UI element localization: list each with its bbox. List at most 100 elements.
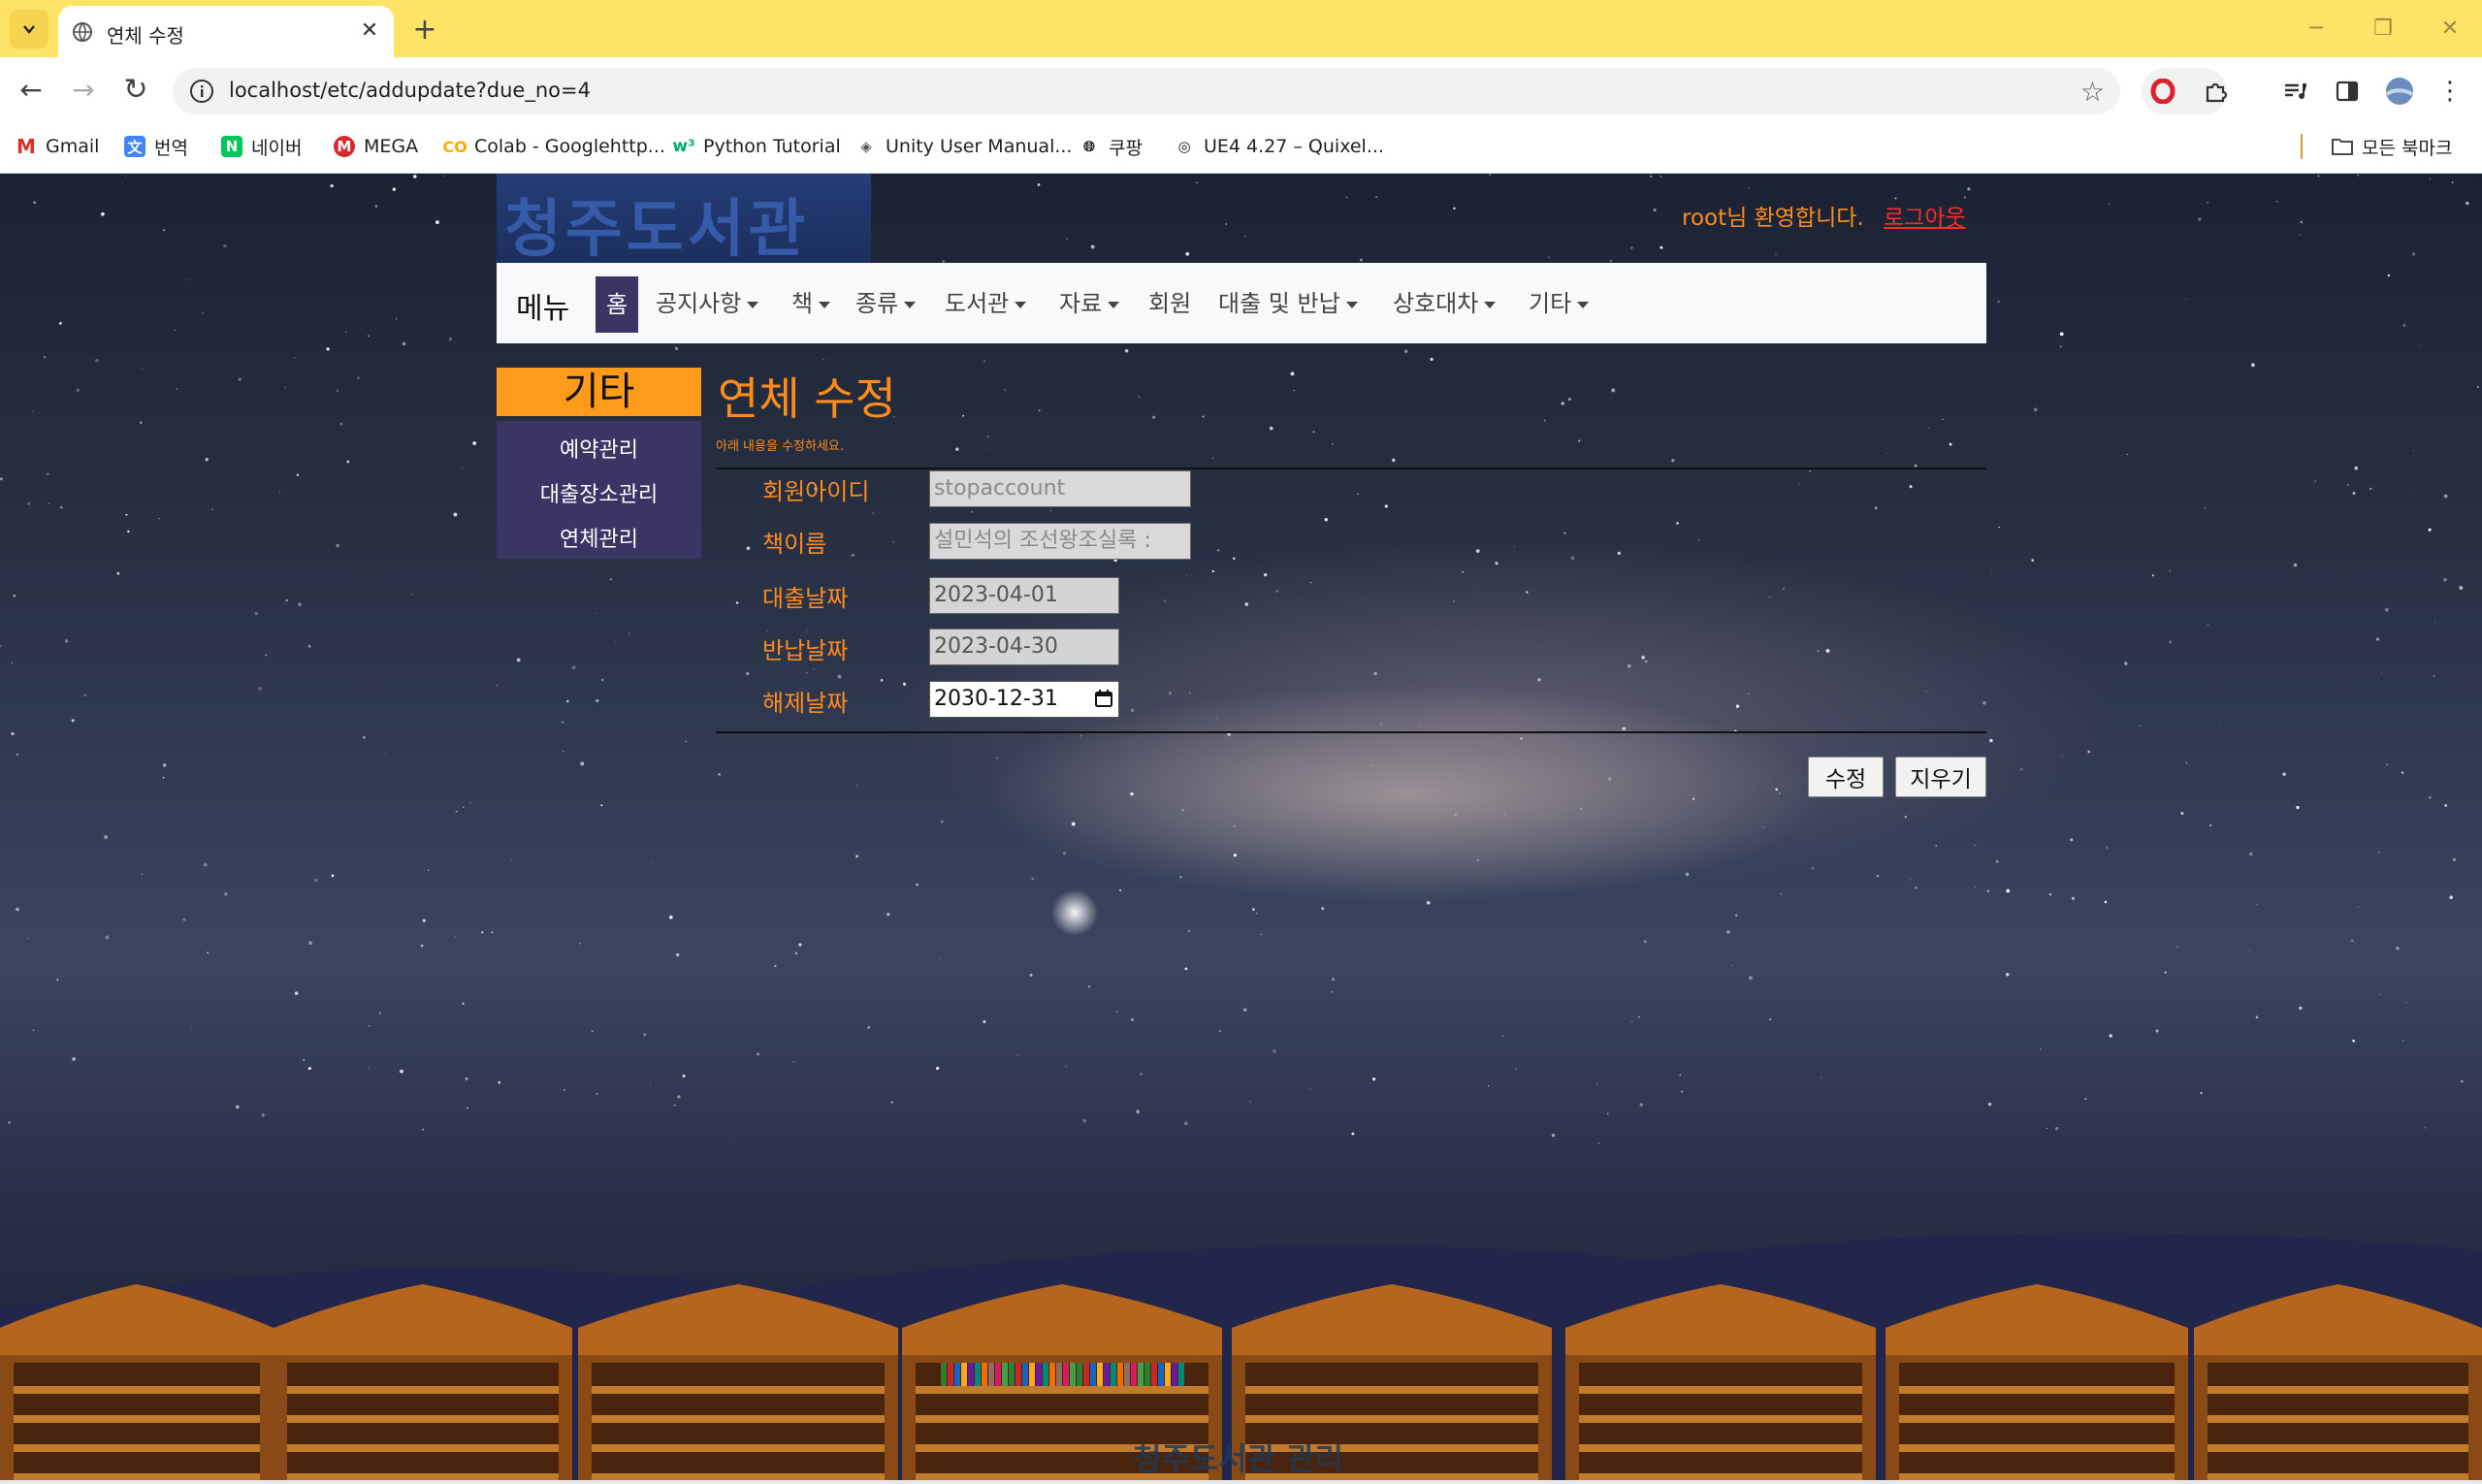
media-control-icon[interactable] [2275, 72, 2314, 111]
minimize-button[interactable]: ─ [2297, 12, 2336, 45]
profile-avatar-icon[interactable] [2380, 72, 2419, 111]
star [1188, 930, 1191, 932]
star [2248, 950, 2250, 952]
star [2275, 200, 2278, 203]
all-bookmarks-folder[interactable]: 모든 북마크 [2332, 132, 2452, 161]
close-icon[interactable]: ✕ [357, 17, 382, 43]
star [2443, 494, 2448, 499]
star [1453, 207, 1456, 210]
star [2040, 1048, 2042, 1050]
star [837, 674, 842, 679]
nav-home[interactable]: 홈 [596, 276, 639, 333]
kebab-menu-icon[interactable]: ⋮ [2431, 72, 2469, 111]
star [1321, 907, 1325, 911]
back-button[interactable]: ← [12, 70, 50, 109]
star [1312, 431, 1315, 434]
reset-button[interactable]: 지우기 [1895, 757, 1986, 797]
bookmark-gmail[interactable]: M Gmail [16, 132, 99, 161]
globe-icon [73, 22, 92, 42]
star [101, 211, 105, 216]
star [2296, 805, 2300, 810]
nav-members[interactable]: 회원 [1148, 282, 1191, 325]
calendar-icon[interactable] [1095, 690, 1112, 707]
url-text[interactable]: localhost/etc/addupdate?due_no=4 [229, 79, 591, 102]
star [0, 645, 2, 648]
forward-button[interactable]: → [64, 70, 103, 109]
opera-icon[interactable] [2144, 72, 2182, 111]
loan-date-input[interactable]: 2023-04-01 [929, 577, 1119, 614]
site-logo[interactable]: 청주도서관 [497, 174, 871, 266]
bookmark-naver[interactable]: N 네이버 [221, 132, 302, 161]
return-date-label: 반납날짜 [762, 637, 849, 664]
star [1071, 822, 1076, 826]
bookmark-star-icon[interactable]: ☆ [2080, 76, 2105, 108]
star [2385, 763, 2388, 766]
tab-search-button[interactable] [10, 10, 48, 48]
side-panel-icon[interactable] [2328, 72, 2367, 111]
unity-icon: ◈ [860, 138, 872, 155]
release-date-input[interactable]: 2030-12-31 [929, 681, 1119, 718]
star [2071, 896, 2075, 900]
star [13, 595, 16, 597]
bookmark-colab[interactable]: CO Colab - Googlehttp... [442, 132, 665, 161]
star [1275, 590, 1279, 594]
restore-button[interactable]: ❐ [2364, 12, 2402, 45]
member-id-label: 회원아이디 [762, 478, 870, 505]
bookmark-coupang[interactable]: 🌐︎ 쿠팡 [1079, 132, 1143, 161]
return-date-input[interactable]: 2023-04-30 [929, 629, 1119, 665]
nav-library[interactable]: 도서관 [945, 282, 1027, 325]
caret-down-icon [904, 301, 917, 308]
nav-category[interactable]: 종류 [855, 282, 917, 325]
bookmark-mega[interactable]: M MEGA [334, 132, 418, 161]
extensions-icon[interactable] [2196, 72, 2235, 111]
star [1217, 549, 1219, 552]
star [1676, 522, 1679, 525]
sidebar-item-reservation[interactable]: 예약관리 [497, 433, 701, 464]
star [955, 447, 959, 451]
star [1580, 808, 1582, 810]
nav-notice[interactable]: 공지사항 [656, 282, 759, 325]
star [1189, 692, 1191, 694]
nav-etc[interactable]: 기타 [1529, 282, 1590, 325]
star [2434, 621, 2436, 623]
nav-interlibrary[interactable]: 상호대차 [1393, 282, 1497, 325]
star [1309, 582, 1312, 584]
nav-materials[interactable]: 자료 [1059, 282, 1120, 325]
bookmark-unity-manual[interactable]: ◈ Unity User Manual... [855, 132, 1072, 161]
star [1622, 726, 1627, 731]
star [872, 512, 874, 514]
star [1909, 879, 1912, 881]
bookmark-translate[interactable]: 文 번역 [124, 132, 188, 161]
window-close-button[interactable]: ✕ [2431, 12, 2469, 45]
browser-tab-active[interactable]: 연체 수정 ✕ [58, 6, 394, 57]
welcome-message: root님 환영합니다. [1682, 206, 1864, 231]
star [1233, 557, 1236, 561]
star [1630, 246, 1633, 249]
new-tab-button[interactable]: + [409, 13, 440, 47]
submit-button[interactable]: 수정 [1808, 757, 1884, 797]
logout-link[interactable]: 로그아웃 [1884, 199, 1966, 232]
star [1780, 892, 1782, 895]
bookmark-quixel[interactable]: ◎ UE4 4.27 – Quixel... [1174, 132, 1384, 161]
address-bar[interactable]: localhost/etc/addupdate?due_no=4 ☆ [173, 68, 2120, 114]
release-date-value: 2030-12-31 [934, 687, 1058, 711]
nav-books[interactable]: 책 [791, 282, 831, 325]
star [596, 699, 599, 702]
nav-loan-return[interactable]: 대출 및 반납 [1218, 282, 1358, 325]
star [2379, 993, 2381, 996]
reload-button[interactable]: ↻ [116, 70, 155, 109]
book-name-input[interactable]: 설민석의 조선왕조실록 : [929, 523, 1191, 560]
bookmarks-bar: M Gmail 文 번역 N 네이버 M MEGA CO Colab - Googleht… [0, 122, 2482, 174]
sidebar-item-loan-location[interactable]: 대출장소관리 [497, 477, 701, 508]
member-id-input[interactable]: stopaccount [929, 470, 1191, 507]
star [2169, 640, 2173, 644]
mega-icon: M [334, 136, 355, 157]
site-info-icon[interactable] [188, 78, 215, 105]
sidebar-item-overdue[interactable]: 연체관리 [497, 522, 701, 553]
bookmark-python-tutorial[interactable]: w³ Python Tutorial [672, 132, 840, 161]
navbar-brand[interactable]: 메뉴 [516, 284, 569, 327]
loan-date-label: 대출날짜 [762, 585, 849, 612]
star [330, 184, 334, 188]
star [71, 719, 75, 723]
star [685, 740, 687, 743]
